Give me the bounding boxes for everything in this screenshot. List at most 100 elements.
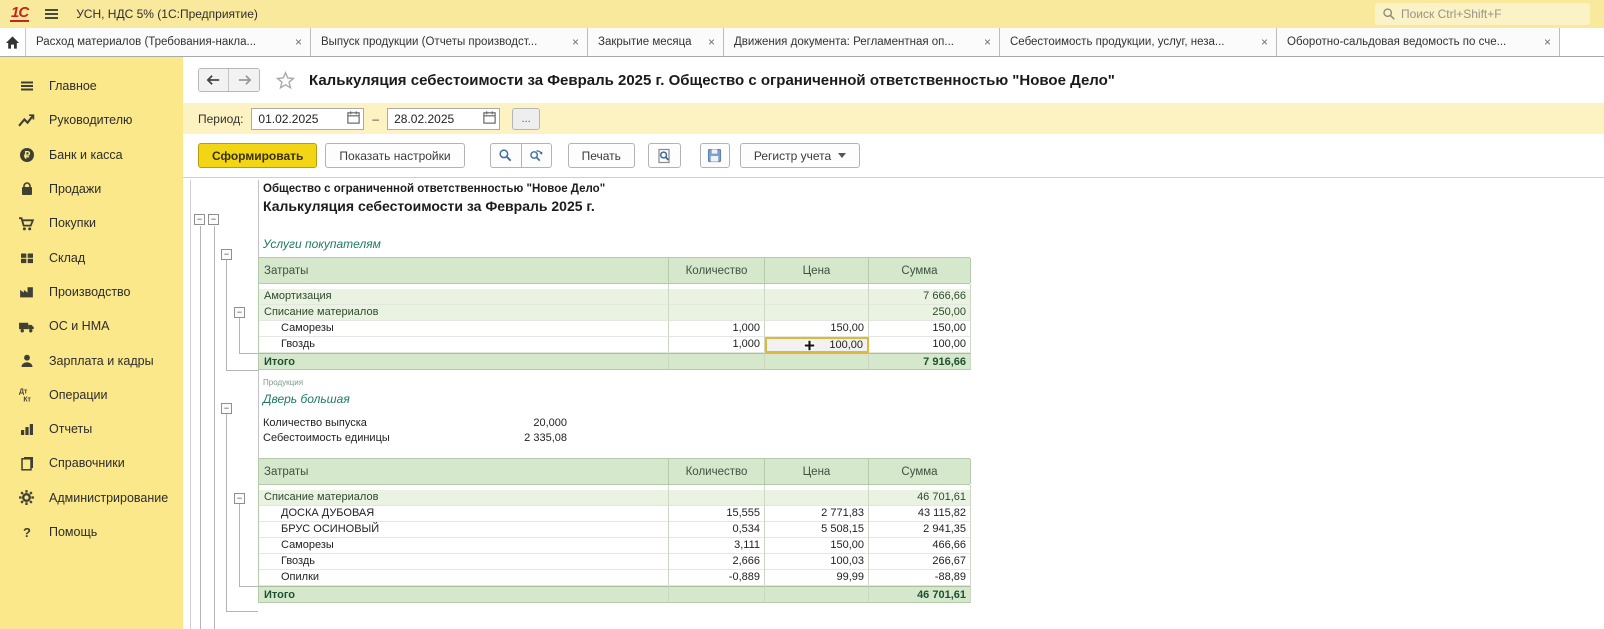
report-table-product: Затраты Количество Цена Сумма Списание м… [258, 458, 970, 603]
table-row: Списание материалов 46 701,61 [259, 490, 970, 506]
sidebar-item-rukovoditelyu[interactable]: Руководителю [0, 103, 183, 137]
sidebar-item-label: Администрирование [49, 491, 168, 505]
main-menu-icon[interactable] [45, 9, 58, 19]
sidebar-item-os-i-nma[interactable]: ОС и НМА [0, 309, 183, 343]
sidebar-item-label: Помощь [49, 525, 97, 539]
sidebar-item-pokupki[interactable]: Покупки [0, 206, 183, 240]
section-services-name[interactable]: Услуги покупателям [263, 237, 381, 251]
global-search-input[interactable]: Поиск Ctrl+Shift+F [1375, 3, 1590, 25]
arrow-right-icon [237, 74, 252, 86]
trend-icon [18, 112, 35, 129]
collapse-group-button[interactable]: − [208, 214, 219, 225]
info-value[interactable]: 20,000 [533, 417, 567, 429]
main-area: Калькуляция себестоимости за Февраль 202… [183, 57, 1604, 629]
section-category-label: Продукция [263, 378, 303, 387]
table-row: Саморезы 3,111 150,00 466,66 [259, 538, 970, 554]
collapse-group-button[interactable]: − [221, 249, 232, 260]
forward-button[interactable] [229, 69, 259, 91]
generate-button[interactable]: Сформировать [198, 143, 317, 168]
close-icon[interactable]: × [1261, 35, 1268, 49]
sidebar-item-spravochniki[interactable]: Справочники [0, 446, 183, 480]
tab-oborotno-saldovaya[interactable]: Оборотно-сальдовая ведомость по сче... × [1277, 28, 1560, 56]
save-button[interactable] [700, 143, 730, 168]
register-dropdown-button[interactable]: Регистр учета [740, 143, 860, 168]
table-header-row: Затраты Количество Цена Сумма [259, 257, 970, 284]
search-icon [498, 148, 513, 163]
close-icon[interactable]: × [572, 35, 579, 49]
table-total-row: Итого 46 701,61 [259, 586, 970, 603]
tab-dvizheniya-dokumenta[interactable]: Движения документа: Регламентная оп... × [724, 28, 1000, 56]
cart-icon [18, 215, 35, 232]
collapse-group-button[interactable]: − [221, 403, 232, 414]
home-tab-button[interactable] [0, 28, 26, 56]
floppy-icon [707, 148, 722, 163]
show-settings-button[interactable]: Показать настройки [325, 143, 464, 168]
favorite-star-icon[interactable] [276, 71, 295, 90]
menu-icon [18, 78, 35, 95]
sidebar-item-label: Зарплата и кадры [49, 354, 154, 368]
gear-icon [18, 489, 35, 506]
table-row: ДОСКА ДУБОВАЯ 15,555 2 771,83 43 115,82 [259, 506, 970, 522]
top-bar: 1С УСН, НДС 5% (1С:Предприятие) Поиск Ct… [0, 0, 1604, 28]
collapse-group-button[interactable]: − [194, 214, 205, 225]
column-header: Затраты [259, 459, 669, 484]
sidebar-item-prodazhi[interactable]: Продажи [0, 172, 183, 206]
info-value[interactable]: 2 335,08 [524, 432, 567, 444]
sidebar-item-otchety[interactable]: Отчеты [0, 412, 183, 446]
calendar-icon[interactable] [344, 110, 362, 128]
tab-vypusk-produkcii[interactable]: Выпуск продукции (Отчеты производст... × [311, 28, 588, 56]
tab-zakrytie-mesyaca[interactable]: Закрытие месяца × [588, 28, 724, 56]
group-line [226, 414, 227, 611]
print-preview-button[interactable] [648, 143, 681, 168]
report-area: − − − − − − Общество с ограниченной отве… [183, 178, 1604, 629]
sidebar: Главное Руководителю ₽ Банк и касса Прод… [0, 57, 183, 629]
group-line [226, 611, 258, 612]
sidebar-item-label: Отчеты [49, 422, 92, 436]
column-header: Сумма [869, 258, 971, 283]
back-button[interactable] [199, 69, 229, 91]
sidebar-item-zarplata-i-kadry[interactable]: Зарплата и кадры [0, 343, 183, 377]
gutter-border [190, 180, 191, 629]
group-line [200, 226, 201, 629]
close-icon[interactable]: × [295, 35, 302, 49]
sidebar-item-label: ОС и НМА [49, 319, 109, 333]
period-more-button[interactable]: ... [512, 108, 540, 130]
search-icon [1382, 7, 1396, 21]
print-button[interactable]: Печать [568, 143, 635, 168]
collapse-group-button[interactable]: − [234, 493, 245, 504]
sidebar-item-label: Продажи [49, 182, 101, 196]
close-icon[interactable]: × [1544, 35, 1551, 49]
find-button[interactable] [490, 143, 521, 168]
cell-cursor-icon [803, 339, 816, 352]
tab-label: Себестоимость продукции, услуг, неза... [1010, 36, 1224, 48]
bag-icon [18, 181, 35, 198]
close-icon[interactable]: × [984, 35, 991, 49]
home-icon [5, 35, 20, 50]
tab-raskhod-materialov[interactable]: Расход материалов (Требования-накла... × [26, 28, 311, 56]
report-table-services: Затраты Количество Цена Сумма Амортизаци… [258, 257, 970, 370]
group-line [226, 370, 258, 371]
sidebar-item-label: Покупки [49, 216, 96, 230]
sidebar-item-pomosch[interactable]: ? Помощь [0, 515, 183, 549]
sidebar-item-administrirovanie[interactable]: Администрирование [0, 481, 183, 515]
calendar-icon[interactable] [480, 110, 498, 128]
period-label: Период: [198, 112, 243, 126]
dtkt-icon: ДтКт [18, 386, 35, 403]
collapse-group-button[interactable]: − [234, 307, 245, 318]
tab-sebestoimost-produkcii[interactable]: Себестоимость продукции, услуг, неза... … [1000, 28, 1277, 56]
find-next-button[interactable] [521, 143, 552, 168]
sidebar-item-operacii[interactable]: ДтКт Операции [0, 378, 183, 412]
close-icon[interactable]: × [708, 35, 715, 49]
preview-icon [656, 148, 672, 164]
sidebar-item-proizvodstvo[interactable]: Производство [0, 275, 183, 309]
sidebar-item-bank-i-kassa[interactable]: ₽ Банк и касса [0, 138, 183, 172]
tab-label: Расход материалов (Требования-накла... [36, 36, 256, 48]
sidebar-item-label: Руководителю [49, 113, 132, 127]
column-header: Цена [765, 258, 869, 283]
report-toolbar: Сформировать Показать настройки Печать Р… [183, 134, 1604, 178]
sidebar-item-glavnoe[interactable]: Главное [0, 69, 183, 103]
sidebar-item-sklad[interactable]: Склад [0, 240, 183, 274]
selected-cell[interactable]: 100,00 [765, 337, 869, 353]
section-product-name[interactable]: Дверь большая [263, 392, 350, 406]
truck-icon [18, 318, 35, 335]
